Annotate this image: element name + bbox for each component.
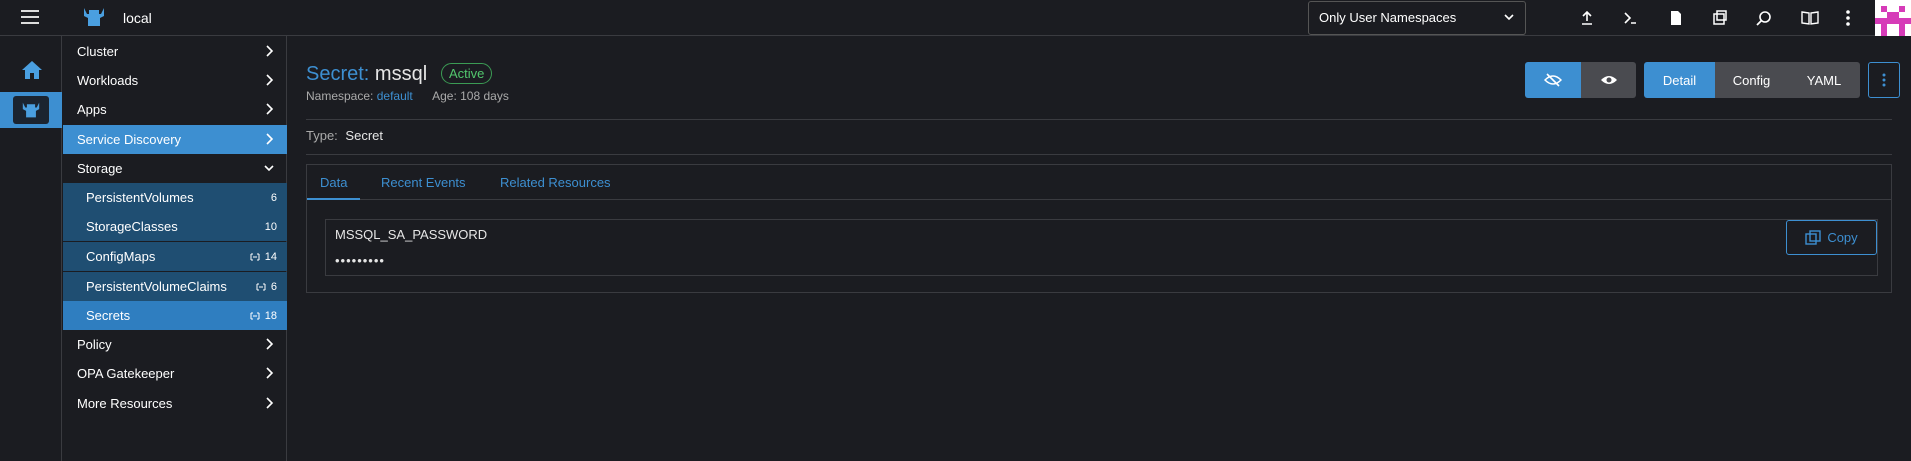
copy-config-icon[interactable] xyxy=(1709,7,1731,29)
age-label: Age: xyxy=(432,89,457,103)
sidebar-item-label: Service Discovery xyxy=(77,132,182,147)
namespaced-icon xyxy=(256,283,266,291)
sidebar-item-persistent-volume-claims[interactable]: PersistentVolumeClaims 6 xyxy=(63,272,287,301)
namespace-filter-value: Only User Namespaces xyxy=(1319,10,1457,25)
resource-name: mssql xyxy=(374,63,428,85)
more-vert-icon xyxy=(1882,73,1886,87)
divider xyxy=(306,154,1892,155)
copy-icon xyxy=(1805,229,1822,245)
cluster-name[interactable]: local xyxy=(123,10,152,26)
chevron-right-icon xyxy=(266,133,274,145)
sidebar-item-cluster[interactable]: Cluster xyxy=(63,37,287,66)
show-values-button[interactable] xyxy=(1581,62,1636,98)
namespaced-icon xyxy=(250,253,260,261)
sidebar-item-label: More Resources xyxy=(77,396,173,411)
tab-bar: Data Recent Events Related Resources xyxy=(307,165,1891,200)
sidebar-item-label: PersistentVolumeClaims xyxy=(86,279,227,294)
sidebar-item-label: Workloads xyxy=(77,73,139,88)
divider xyxy=(306,119,1892,120)
sidebar-item-service-discovery[interactable]: Service Discovery xyxy=(63,125,287,154)
chevron-right-icon xyxy=(266,103,274,115)
resource-meta: Namespace: default Age: 108 days xyxy=(306,89,509,103)
eye-icon xyxy=(1600,76,1617,84)
age-value: 108 days xyxy=(460,89,509,103)
sidebar-item-apps[interactable]: Apps xyxy=(63,95,287,124)
item-count: 6 xyxy=(270,192,277,204)
app-rail xyxy=(0,36,62,461)
sidebar-item-more-resources[interactable]: More Resources xyxy=(63,389,287,418)
terminal-icon[interactable] xyxy=(1619,7,1641,29)
resource-type: Type: Secret xyxy=(306,128,383,143)
item-count: 18 xyxy=(250,310,277,322)
data-entry: MSSQL_SA_PASSWORD ••••••••• Copy xyxy=(325,219,1878,276)
yaml-view-button[interactable]: YAML xyxy=(1788,62,1860,98)
view-mode-switch: Detail Config YAML xyxy=(1644,62,1860,98)
namespace-label: Namespace: xyxy=(306,89,374,103)
actions-menu-button[interactable] xyxy=(1868,62,1900,98)
cluster-icon xyxy=(22,102,40,118)
cluster-logo-icon xyxy=(84,8,104,26)
sidebar-item-label: ConfigMaps xyxy=(86,249,156,264)
sidebar-item-workloads[interactable]: Workloads xyxy=(63,66,287,95)
file-icon[interactable] xyxy=(1665,7,1687,29)
sidebar-item-label: Cluster xyxy=(77,44,119,59)
main-content: Secret: mssql Active Namespace: default … xyxy=(288,36,1911,461)
sidebar-item-label: OPA Gatekeeper xyxy=(77,366,175,381)
resource-kind: Secret: xyxy=(306,63,370,85)
page-title: Secret: mssql xyxy=(306,63,427,86)
item-count: 14 xyxy=(250,251,277,263)
sidebar-item-label: Apps xyxy=(77,102,107,117)
sidebar-item-label: Secrets xyxy=(86,308,131,323)
top-bar: local Only User Namespaces xyxy=(0,0,1911,36)
sidebar-item-opa-gatekeeper[interactable]: OPA Gatekeeper xyxy=(63,359,287,388)
copy-button[interactable]: Copy xyxy=(1786,220,1877,255)
detail-view-button[interactable]: Detail xyxy=(1644,62,1715,98)
tab-data[interactable]: Data xyxy=(307,165,361,200)
menu-icon[interactable] xyxy=(21,10,39,24)
namespaced-icon xyxy=(250,312,260,320)
chevron-right-icon xyxy=(266,367,274,379)
home-icon[interactable] xyxy=(21,60,43,80)
tab-related-resources[interactable]: Related Resources xyxy=(487,165,624,200)
tabs-panel: Data Recent Events Related Resources MSS… xyxy=(306,164,1892,293)
chevron-down-icon xyxy=(264,165,274,172)
type-label: Type: xyxy=(306,128,338,143)
sidebar-item-label: PersistentVolumes xyxy=(86,190,194,205)
sidebar-item-persistent-volumes[interactable]: PersistentVolumes 6 xyxy=(63,183,287,212)
tab-recent-events[interactable]: Recent Events xyxy=(368,165,479,200)
chevron-down-icon xyxy=(1504,14,1514,21)
namespace-link[interactable]: default xyxy=(377,89,413,103)
hide-values-button[interactable] xyxy=(1525,62,1581,98)
book-icon[interactable] xyxy=(1799,7,1821,29)
sidebar-item-label: StorageClasses xyxy=(86,219,178,234)
data-value: ••••••••• xyxy=(335,253,385,268)
copy-label: Copy xyxy=(1827,230,1858,245)
search-icon[interactable] xyxy=(1753,7,1775,29)
more-vert-icon[interactable] xyxy=(1837,7,1859,29)
sidebar-item-storage[interactable]: Storage xyxy=(63,154,287,183)
item-count: 10 xyxy=(264,221,277,233)
sidebar-item-storage-classes[interactable]: StorageClasses 10 xyxy=(63,212,287,241)
avatar[interactable] xyxy=(1875,0,1911,36)
config-view-button[interactable]: Config xyxy=(1715,62,1788,98)
chevron-right-icon xyxy=(266,45,274,57)
side-nav: Cluster Workloads Apps Service Discovery… xyxy=(63,36,287,461)
sidebar-item-label: Policy xyxy=(77,337,112,352)
type-value: Secret xyxy=(345,128,383,143)
sidebar-item-secrets[interactable]: Secrets 18 xyxy=(63,301,287,330)
item-count: 6 xyxy=(256,281,277,293)
sidebar-item-policy[interactable]: Policy xyxy=(63,330,287,359)
visibility-toggle xyxy=(1525,62,1636,98)
upload-icon[interactable] xyxy=(1576,7,1598,29)
chevron-right-icon xyxy=(266,338,274,350)
eye-off-icon xyxy=(1544,73,1562,87)
status-badge: Active xyxy=(441,63,493,84)
data-key: MSSQL_SA_PASSWORD xyxy=(335,227,488,242)
namespace-filter-select[interactable]: Only User Namespaces xyxy=(1308,1,1526,35)
cluster-rail-item[interactable] xyxy=(0,92,62,128)
sidebar-item-label: Storage xyxy=(77,161,123,176)
chevron-right-icon xyxy=(266,397,274,409)
chevron-right-icon xyxy=(266,74,274,86)
sidebar-item-configmaps[interactable]: ConfigMaps 14 xyxy=(63,242,287,271)
